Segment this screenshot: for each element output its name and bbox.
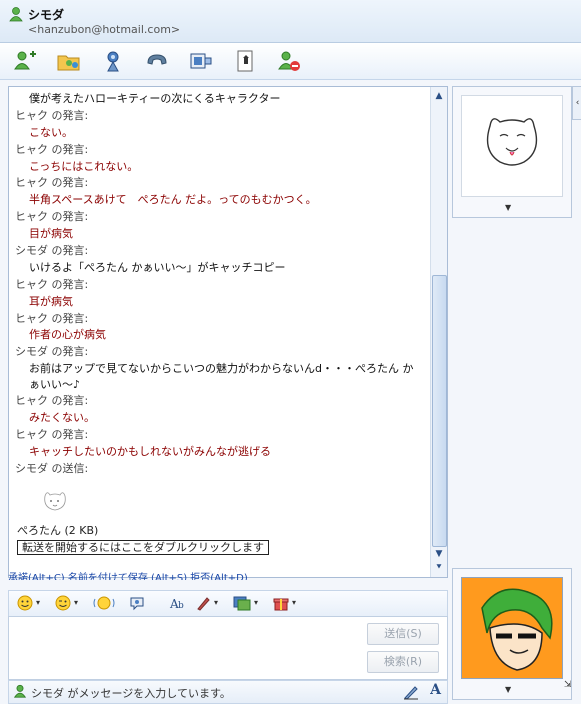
chevron-down-icon[interactable]: ▼ (505, 203, 511, 212)
chevron-down-icon[interactable]: ▾ (292, 598, 296, 616)
file-name: ぺろたん (2 KB) (17, 523, 99, 537)
message-text: こない。 (29, 125, 73, 139)
video-call-icon[interactable] (100, 49, 126, 73)
speaker-label: ヒャク の発言: (15, 142, 89, 156)
contact-name: シモダ (28, 8, 65, 22)
speaker-label: ヒャク の発言: (15, 311, 89, 325)
speaker-label: ヒャク の発言: (15, 176, 89, 190)
message-text: 目が病気 (29, 227, 73, 241)
buddy-status-icon (8, 6, 24, 22)
message-text: 半角スペースあけて ぺろたん だよ。ってのもむかつく。 (29, 193, 317, 207)
font-icon[interactable]: Ab (169, 595, 187, 613)
contact-email: <hanzubon@hotmail.com> (28, 23, 181, 36)
conversation-history[interactable]: 僕が考えたハローキティーの次にくるキャラクター ヒャク の発言: こない。 ヒャク の… (8, 86, 448, 578)
block-icon[interactable] (276, 49, 302, 73)
send-button[interactable]: 送信(S) (367, 623, 439, 645)
message-text: お前はアップで見てないからこいつの魅力がわからないんd・・・ぺろたん かぁいい～… (29, 362, 414, 392)
message-text: 耳が病気 (29, 294, 73, 308)
scrollbar[interactable]: ▲ ▼ ⯆ (430, 87, 447, 577)
speaker-label: ヒャク の発言: (15, 428, 89, 442)
message-input[interactable]: 送信(S) 検索(R) (8, 616, 448, 680)
message-text: キャッチしたいのかもしれないがみんなが逃げる (29, 444, 271, 458)
chevron-down-icon[interactable]: ▾ (214, 598, 218, 616)
chevron-down-icon[interactable]: ▾ (254, 598, 258, 616)
format-toolbar: ▾ ▾ Ab ▾ ▾ ▾ (8, 590, 448, 618)
message-list: 僕が考えたハローキティーの次にくるキャラクター ヒャク の発言: こない。 ヒャク の… (9, 87, 429, 577)
speaker-label: ヒャク の発言: (15, 277, 89, 291)
message-text: 僕が考えたハローキティーの次にくるキャラクター (29, 92, 281, 105)
file-action-links[interactable]: 承諾(Alt+C) 名前を付けて保存 (Alt+S) 拒否(Alt+D) (8, 572, 446, 580)
display-pictures-column: ▼ ▼ (452, 86, 576, 704)
speaker-label: ヒャク の発言: (15, 210, 89, 224)
scrollbar-thumb[interactable] (432, 275, 447, 547)
status-bar: シモダ がメッセージを入力しています。 A (8, 680, 448, 704)
message-text: いけるよ「ぺろたん かぁいい～」がキャッチコピー (29, 260, 286, 274)
message-text: みたくない。 (29, 411, 95, 425)
search-button[interactable]: 検索(R) (367, 651, 439, 673)
collapse-pane-icon[interactable]: ‹ (572, 86, 581, 120)
speaker-label: シモダ の発言: (15, 244, 89, 258)
typing-user-icon (13, 684, 27, 701)
my-display-picture-frame: ▼ (452, 568, 572, 700)
share-folder-icon[interactable] (56, 49, 82, 73)
emoticon-icon[interactable] (17, 595, 33, 613)
scroll-up-arrow-icon[interactable]: ▲ (434, 91, 444, 101)
contact-display-picture[interactable] (461, 95, 563, 197)
chevron-down-icon[interactable]: ▾ (74, 598, 78, 616)
games-icon[interactable] (232, 49, 258, 73)
theme-icon[interactable] (233, 595, 251, 613)
text-mode-icon[interactable]: A (430, 682, 441, 698)
speaker-label: ヒャク の発言: (15, 108, 89, 122)
typing-status: シモダ がメッセージを入力しています。 (31, 687, 231, 700)
file-thumbnail[interactable] (41, 488, 69, 514)
voice-clip-icon[interactable] (129, 595, 145, 613)
add-contact-icon[interactable] (12, 49, 38, 73)
speaker-label: ヒャク の発言: (15, 394, 89, 408)
speaker-label: シモダ の送信: (15, 461, 89, 475)
nudge-icon[interactable] (93, 595, 115, 613)
message-text: 作者の心が病気 (29, 328, 106, 342)
wink-icon[interactable] (55, 595, 71, 613)
handwriting-icon[interactable] (403, 684, 419, 703)
chevron-down-icon[interactable]: ▼ (505, 685, 511, 694)
chevron-down-icon[interactable]: ▾ (36, 598, 40, 616)
toolbar (0, 43, 581, 80)
conversation-header: シモダ <hanzubon@hotmail.com> (0, 0, 581, 43)
message-text: こっちにはこれない。 (29, 159, 139, 173)
svg-text:b: b (178, 601, 184, 611)
resize-grip-icon[interactable]: ⇲ (564, 680, 572, 690)
gift-icon[interactable] (273, 595, 289, 613)
activities-icon[interactable] (188, 49, 214, 73)
scroll-down-arrow-icon[interactable]: ▼ (434, 549, 444, 559)
speaker-label: シモダ の発言: (15, 345, 89, 359)
transfer-prompt[interactable]: 転送を開始するにはここをダブルクリックします (17, 539, 269, 555)
my-display-picture[interactable] (461, 577, 563, 679)
contact-display-picture-frame: ▼ (452, 86, 572, 218)
phone-icon[interactable] (144, 49, 170, 73)
background-icon[interactable] (195, 595, 211, 613)
